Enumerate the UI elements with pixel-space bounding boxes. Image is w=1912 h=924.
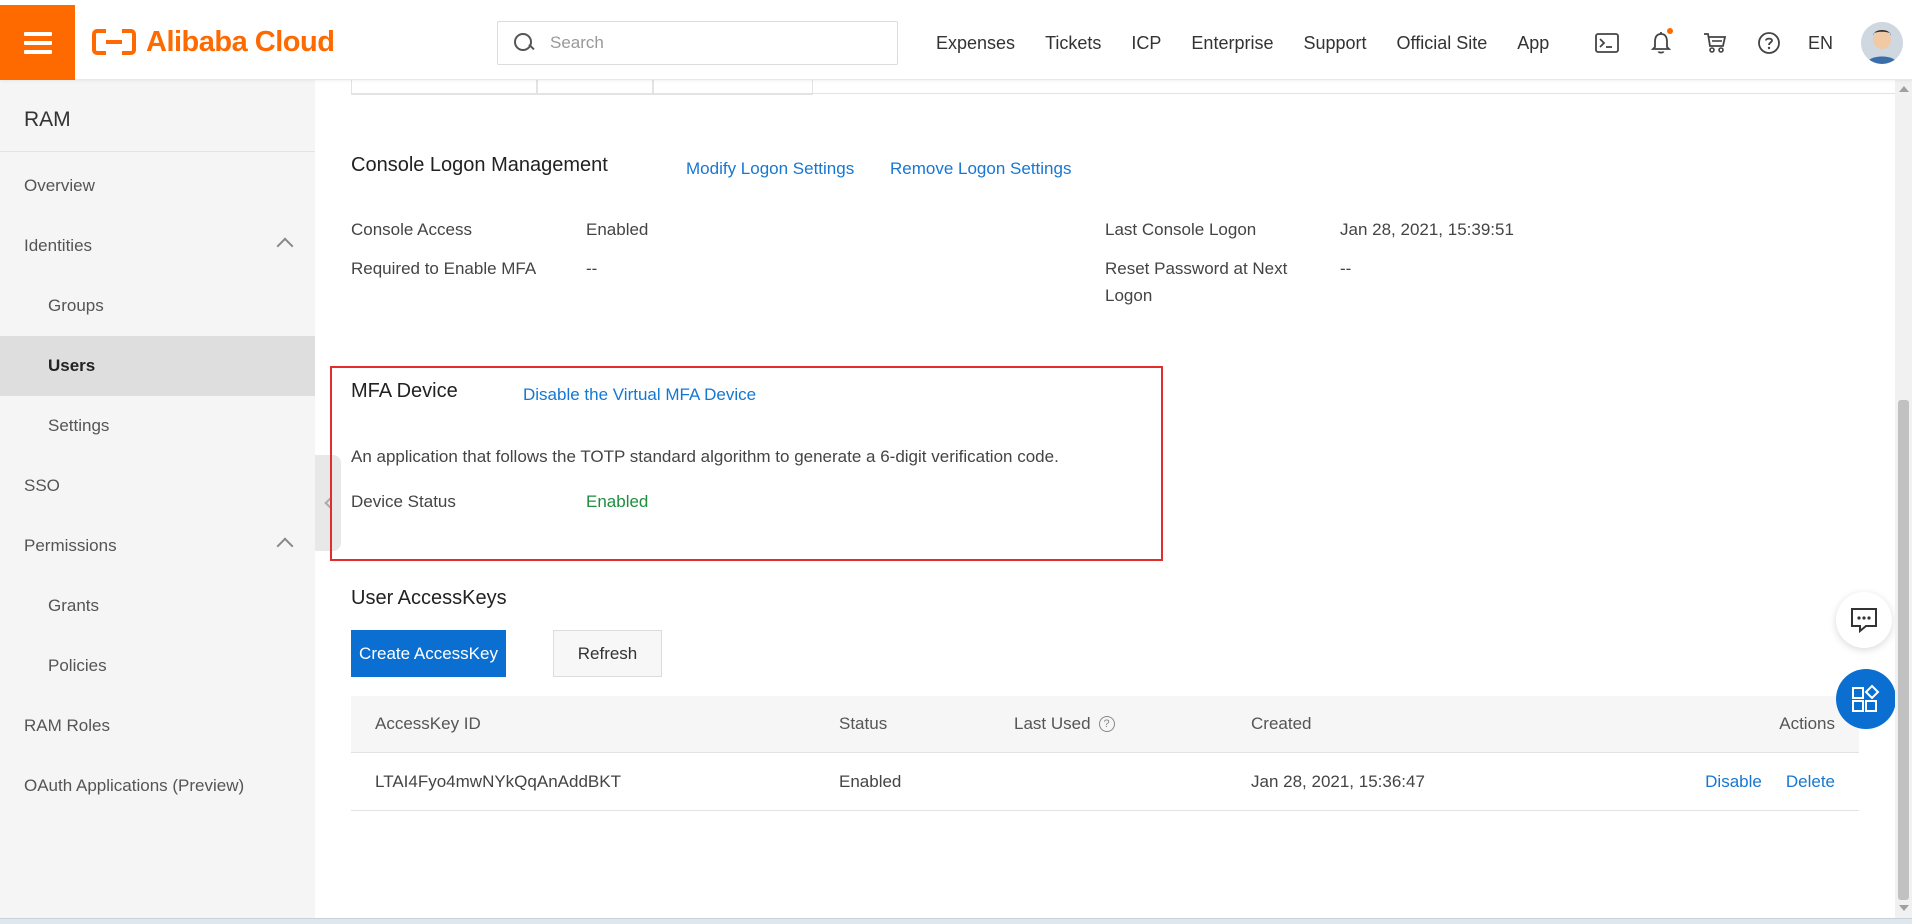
column-accesskey-id: AccessKey ID: [375, 714, 481, 733]
mfa-required-label: Required to Enable MFA: [351, 259, 537, 278]
terminal-icon[interactable]: [1592, 28, 1622, 58]
status-cell: Enabled: [839, 771, 902, 791]
top-navigation-bar: Alibaba Cloud Expenses Tickets ICP Enter…: [0, 0, 1912, 80]
column-actions: Actions: [1779, 714, 1835, 733]
top-nav-links: Expenses Tickets ICP Enterprise Support …: [936, 0, 1579, 86]
nav-enterprise[interactable]: Enterprise: [1191, 33, 1273, 54]
top-nav-icons: EN: [1592, 28, 1867, 58]
table-header: AccessKey ID Status Last Used ? Created …: [351, 696, 1859, 753]
refresh-button[interactable]: Refresh: [553, 630, 662, 677]
column-created: Created: [1251, 714, 1312, 733]
create-accesskey-button[interactable]: Create AccessKey: [351, 630, 506, 677]
bell-icon[interactable]: [1646, 28, 1676, 58]
nav-app[interactable]: App: [1517, 33, 1549, 54]
apps-widget-button[interactable]: [1836, 669, 1896, 729]
taskbar-edge: [0, 918, 1912, 924]
mfa-device-highlight-box: [330, 366, 1163, 561]
tab[interactable]: [351, 80, 537, 95]
disable-accesskey-link[interactable]: Disable: [1705, 772, 1762, 792]
sidebar-item-sso[interactable]: SSO: [0, 456, 315, 516]
accesskeys-table: AccessKey ID Status Last Used ? Created …: [351, 696, 1859, 811]
chevron-up-icon: [276, 237, 294, 255]
remove-logon-settings-link[interactable]: Remove Logon Settings: [890, 159, 1071, 179]
column-last-used: Last Used ?: [1014, 696, 1115, 752]
last-console-logon-value: Jan 28, 2021, 15:39:51: [1340, 220, 1514, 239]
sidebar-item-oauth-applications[interactable]: OAuth Applications (Preview): [0, 756, 315, 816]
scroll-down-arrow-icon[interactable]: [1899, 905, 1909, 911]
apps-grid-icon: [1852, 684, 1880, 712]
tab[interactable]: [653, 80, 813, 95]
sidebar-item-ram-roles[interactable]: RAM Roles: [0, 696, 315, 756]
sidebar-item-grants[interactable]: Grants: [0, 576, 315, 636]
created-cell: Jan 28, 2021, 15:36:47: [1251, 771, 1425, 791]
sidebar-item-policies[interactable]: Policies: [0, 636, 315, 696]
nav-support[interactable]: Support: [1303, 33, 1366, 54]
language-switcher[interactable]: EN: [1808, 33, 1833, 54]
hamburger-icon: [23, 31, 52, 54]
question-circle-icon[interactable]: ?: [1098, 716, 1115, 732]
chat-bubble-icon: [1851, 608, 1877, 633]
cart-icon[interactable]: [1700, 28, 1730, 58]
sidebar-item-label: Permissions: [24, 536, 117, 555]
search-icon: [514, 33, 534, 53]
search-box[interactable]: [497, 21, 898, 65]
console-access-value: Enabled: [586, 220, 649, 239]
sidebar-divider: [0, 151, 315, 152]
nav-official-site[interactable]: Official Site: [1397, 33, 1488, 54]
last-console-logon-label: Last Console Logon: [1105, 220, 1257, 239]
sidebar-item-overview[interactable]: Overview: [0, 156, 315, 216]
alibaba-cloud-logo[interactable]: Alibaba Cloud: [92, 24, 335, 60]
actions-cell: Disable Delete: [1705, 753, 1835, 810]
column-last-used-label: Last Used: [1014, 714, 1091, 733]
nav-tickets[interactable]: Tickets: [1045, 33, 1101, 54]
column-status: Status: [839, 714, 888, 733]
sidebar-item-groups[interactable]: Groups: [0, 276, 315, 336]
sidebar-item-label: Identities: [24, 236, 93, 255]
delete-accesskey-link[interactable]: Delete: [1786, 772, 1835, 792]
search-input[interactable]: [550, 33, 850, 53]
console-access-label: Console Access: [351, 220, 472, 239]
modify-logon-settings-link[interactable]: Modify Logon Settings: [686, 159, 854, 179]
sidebar-title: RAM: [24, 108, 71, 131]
reset-password-label-line2: Logon: [1105, 286, 1153, 305]
scrollbar-thumb[interactable]: [1898, 400, 1909, 900]
user-avatar[interactable]: [1861, 22, 1903, 64]
scroll-up-arrow-icon[interactable]: [1899, 86, 1909, 92]
nav-icp[interactable]: ICP: [1131, 33, 1161, 54]
mfa-required-value: --: [586, 259, 598, 278]
console-logon-title: Console Logon Management: [351, 154, 608, 176]
page-scrollbar[interactable]: [1895, 80, 1912, 918]
nav-expenses[interactable]: Expenses: [936, 33, 1015, 54]
chevron-up-icon: [276, 537, 294, 555]
reset-password-label-line1: Reset Password at Next: [1105, 259, 1288, 278]
brand-name: Alibaba Cloud: [146, 25, 335, 58]
table-row: LTAI4Fyo4mwNYkQqAnAddBKT Enabled Jan 28,…: [351, 753, 1859, 811]
help-icon[interactable]: [1754, 28, 1784, 58]
notification-dot: [1667, 28, 1673, 34]
sidebar: RAM Overview Identities Groups Users Set…: [0, 80, 315, 918]
sidebar-item-users[interactable]: Users: [0, 336, 315, 396]
sidebar-item-settings[interactable]: Settings: [0, 396, 315, 456]
reset-password-value: --: [1340, 259, 1352, 278]
accesskey-id-cell: LTAI4Fyo4mwNYkQqAnAddBKT: [375, 771, 621, 791]
access-keys-title: User AccessKeys: [351, 587, 507, 609]
tab[interactable]: [537, 80, 653, 95]
sidebar-item-identities[interactable]: Identities: [0, 216, 315, 276]
chat-feedback-button[interactable]: [1836, 592, 1892, 648]
alibaba-cloud-logo-icon: [92, 29, 136, 55]
sidebar-item-permissions[interactable]: Permissions: [0, 516, 315, 576]
hamburger-menu-button[interactable]: [0, 5, 75, 80]
